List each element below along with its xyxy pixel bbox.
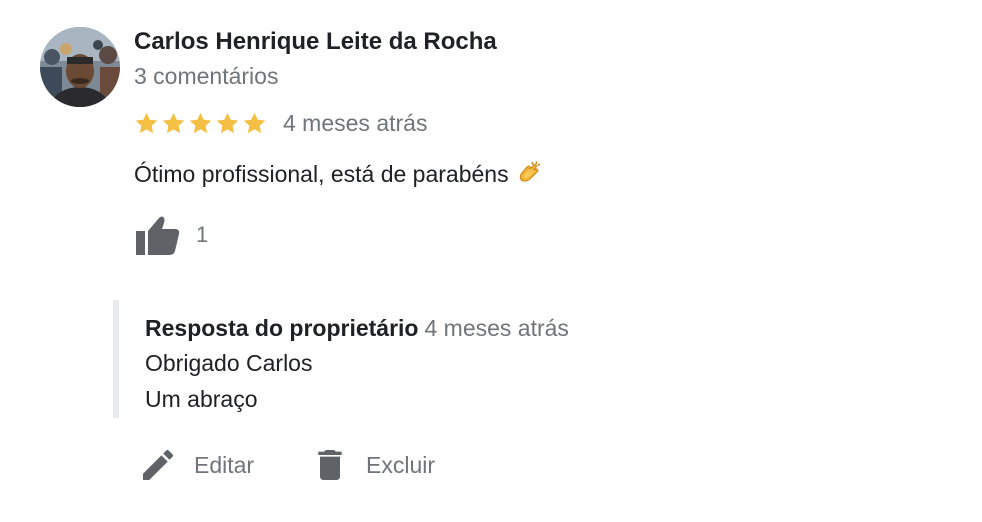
- review-text-content: Ótimo profissional, está de parabéns: [134, 160, 509, 187]
- star-rating: [134, 111, 267, 136]
- delete-button[interactable]: Excluir: [310, 440, 435, 490]
- like-button[interactable]: 1: [134, 214, 208, 256]
- owner-reply-header: Resposta do proprietário 4 meses atrás: [145, 315, 569, 342]
- avatar[interactable]: [40, 27, 120, 107]
- star-icon: [134, 111, 159, 136]
- owner-reply-title: Resposta do proprietário: [145, 315, 419, 341]
- reviewer-review-count: 3 comentários: [134, 63, 279, 89]
- reviewer-name[interactable]: Carlos Henrique Leite da Rocha: [134, 28, 497, 56]
- rating-row: 4 meses atrás: [134, 108, 427, 138]
- star-icon: [242, 111, 267, 136]
- star-icon: [188, 111, 213, 136]
- owner-reply: Resposta do proprietário 4 meses atrás Ob…: [113, 300, 719, 418]
- owner-reply-line: Obrigado Carlos: [145, 350, 313, 376]
- edit-label: Editar: [194, 451, 255, 478]
- owner-reply-line: Um abraço: [145, 386, 258, 412]
- star-icon: [161, 111, 186, 136]
- owner-reply-date: 4 meses atrás: [424, 315, 569, 341]
- trash-icon: [318, 450, 342, 480]
- edit-button[interactable]: Editar: [138, 440, 254, 490]
- star-icon: [215, 111, 240, 136]
- like-count: 1: [196, 222, 209, 247]
- pencil-icon: [143, 449, 174, 480]
- review-text: Ótimo profissional, está de parabéns: [134, 160, 543, 188]
- thumbs-up-icon: [136, 216, 180, 255]
- delete-label: Excluir: [366, 451, 436, 478]
- clapping-hands-icon: [515, 160, 543, 188]
- review-date: 4 meses atrás: [283, 109, 428, 136]
- avatar-photo: [40, 27, 120, 107]
